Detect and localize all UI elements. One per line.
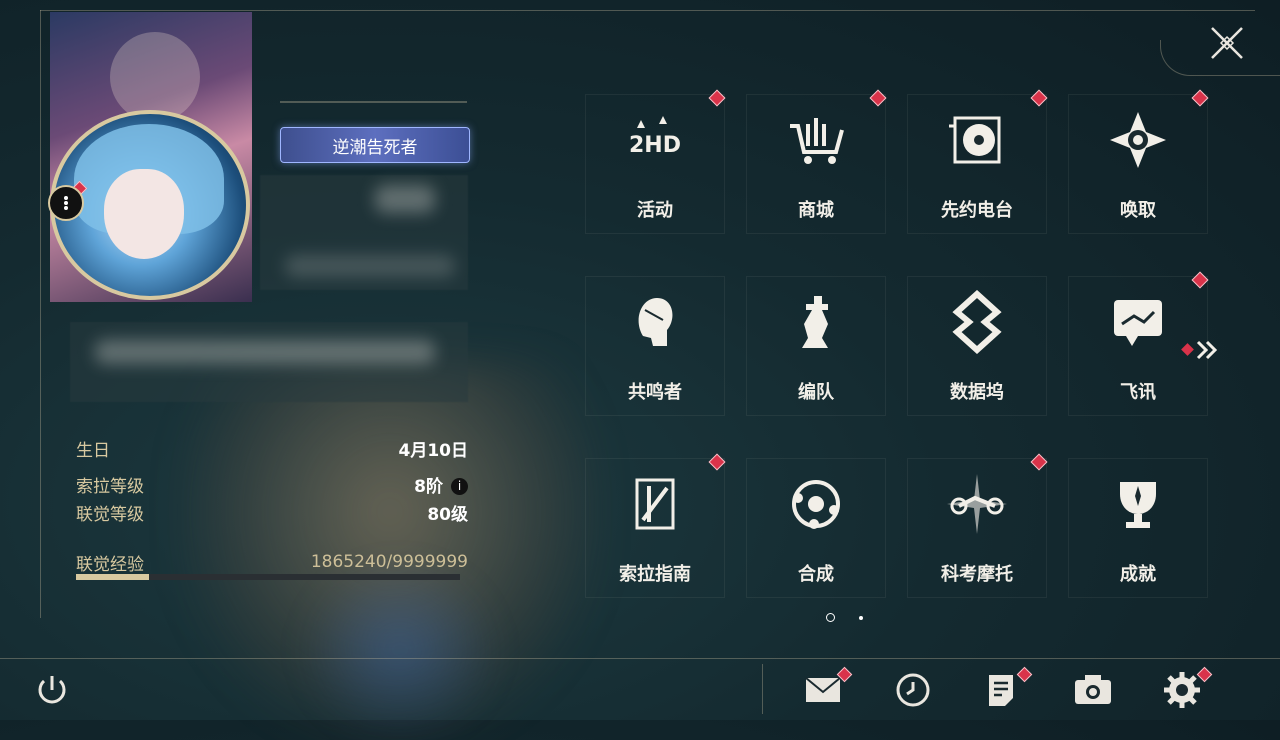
redacted-name <box>375 185 435 213</box>
next-page-arrow-icon[interactable] <box>1180 338 1222 362</box>
page-indicator <box>826 613 863 622</box>
frame-left-line <box>40 10 41 618</box>
title-badge-label: 逆潮告死者 <box>332 137 418 158</box>
tile-frame <box>746 276 886 416</box>
tile-frame <box>907 276 1047 416</box>
grid-tile-2[interactable]: 先约电台 <box>907 89 1048 234</box>
stat-value: 80级 <box>427 504 468 525</box>
stat-union-level: 联觉等级 80级 <box>76 498 468 526</box>
grid-tile-3[interactable]: 唤取 <box>1068 89 1209 234</box>
tile-frame <box>1068 94 1208 234</box>
grid-tile-10[interactable]: 科考摩托 <box>907 453 1048 598</box>
grid-tile-6[interactable]: 数据坞 <box>907 276 1047 416</box>
stat-label: 生日 <box>76 440 110 461</box>
grid-tile-8[interactable]: 索拉指南 <box>585 453 726 598</box>
page-dot[interactable] <box>859 615 863 620</box>
redacted-signature <box>95 340 435 364</box>
exp-progress-bar <box>76 574 460 580</box>
more-options-icon <box>64 195 68 211</box>
tile-frame <box>585 94 725 234</box>
stat-label: 联觉等级 <box>76 504 144 525</box>
close-icon[interactable] <box>1208 24 1246 62</box>
title-badge[interactable]: 逆潮告死者 <box>280 127 470 163</box>
stat-value: 8阶 <box>414 476 443 497</box>
camera-icon[interactable] <box>1071 668 1115 712</box>
redacted-id <box>285 255 455 277</box>
tile-frame <box>746 94 886 234</box>
grid-tile-11[interactable]: 成就 <box>1068 458 1208 598</box>
avatar-face <box>104 169 184 259</box>
moon-decoration <box>110 32 200 122</box>
tile-frame <box>907 94 1047 234</box>
exp-progress-fill <box>76 574 149 580</box>
frame-name-line <box>280 101 467 103</box>
exp-value: 1865240/9999999 <box>310 552 468 572</box>
grid-tile-4[interactable]: 共鸣者 <box>585 276 725 416</box>
exp-label: 联觉经验 <box>76 554 144 575</box>
grid-tile-1[interactable]: 商城 <box>746 89 887 234</box>
tile-frame <box>585 276 725 416</box>
profile-stats: 生日 4月10日 索拉等级 8阶 i 联觉等级 80级 <box>76 434 468 526</box>
frame-top-line <box>40 10 1255 11</box>
grid-tile-9[interactable]: 合成 <box>746 458 886 598</box>
stat-value: 4月10日 <box>398 440 469 461</box>
tile-frame <box>907 458 1047 598</box>
stat-birthday: 生日 4月10日 <box>76 434 468 462</box>
stat-label: 索拉等级 <box>76 476 144 497</box>
tile-frame <box>746 458 886 598</box>
grid-tile-0[interactable]: 2HD 活动 <box>585 89 726 234</box>
grid-tile-5[interactable]: 编队 <box>746 276 886 416</box>
info-icon[interactable]: i <box>451 478 468 495</box>
bottom-divider <box>762 664 763 714</box>
clock-icon[interactable] <box>891 668 935 712</box>
exp-row: 联觉经验 1865240/9999999 <box>76 548 468 576</box>
profile-menu-button[interactable] <box>48 185 84 221</box>
power-icon[interactable] <box>30 668 74 712</box>
stat-sola-level: 索拉等级 8阶 i <box>76 470 468 498</box>
tile-frame <box>585 458 725 598</box>
tile-frame <box>1068 458 1208 598</box>
page-dot-active[interactable] <box>826 613 835 622</box>
